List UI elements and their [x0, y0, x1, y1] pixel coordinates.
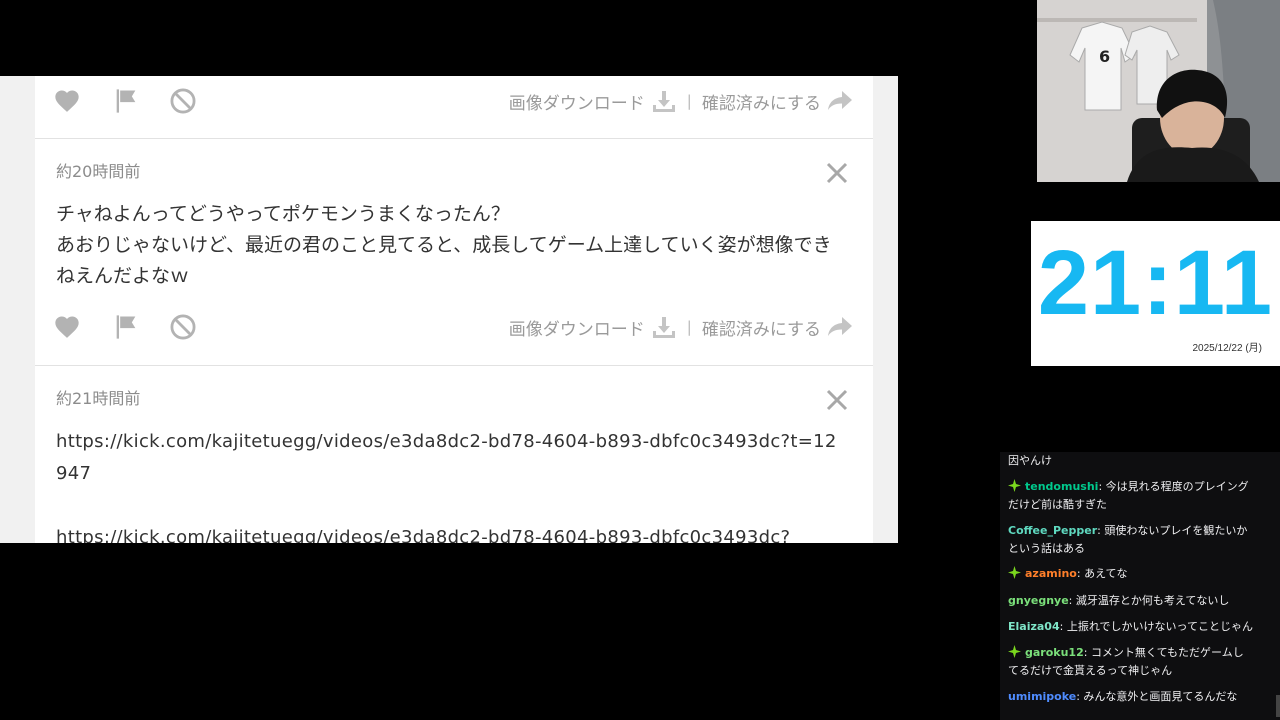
- svg-text:6: 6: [1099, 47, 1110, 66]
- chat-text: みんな意外と画面見てるんだな: [1083, 690, 1238, 703]
- mark-confirmed-link[interactable]: 確認済みにする: [702, 315, 821, 340]
- action-separator: |: [686, 92, 692, 110]
- flag-icon[interactable]: [112, 87, 140, 115]
- chat-message: gnyegnye: 滅牙温存とか何も考えてないし: [1008, 594, 1230, 607]
- share-icon[interactable]: [827, 90, 853, 112]
- question-message: https://kick.com/kajitetuegg/videos/e3da…: [56, 431, 837, 543]
- card-actions: 画像ダウンロード | 確認済みにする: [35, 305, 873, 345]
- close-icon[interactable]: [825, 388, 849, 412]
- webcam-feed: 6: [1037, 0, 1280, 182]
- card-right-actions: 画像ダウンロード | 確認済みにする: [509, 314, 853, 340]
- block-icon[interactable]: [169, 87, 197, 115]
- chat-username[interactable]: Elaiza04: [1008, 620, 1060, 633]
- share-icon[interactable]: [827, 316, 853, 338]
- chat-message: Coffee_Pepper: 頭使わないプレイを観たいかという話はある: [1008, 524, 1248, 555]
- question-message: チャねよんってどうやってポケモンうまくなったん？ あおりじゃないけど、最近の君の…: [56, 203, 832, 287]
- chat-username[interactable]: tendomushi: [1025, 480, 1098, 493]
- clock-date: 2025/12/22 (月): [1192, 343, 1263, 354]
- mark-confirmed-link[interactable]: 確認済みにする: [702, 89, 821, 114]
- chat-username[interactable]: gnyegnye: [1008, 594, 1069, 607]
- chat-scrollbar[interactable]: [1276, 695, 1280, 717]
- clock-widget: 21:11 2025/12/22 (月): [1031, 221, 1280, 366]
- chat-text: 因やんけ: [1008, 454, 1052, 467]
- card-actions: 画像ダウンロード | 確認済みにする: [35, 79, 873, 119]
- chat-text: 滅牙温存とか何も考えてないし: [1075, 594, 1230, 607]
- close-icon[interactable]: [825, 161, 849, 185]
- download-image-link[interactable]: 画像ダウンロード: [509, 89, 645, 114]
- question-card: 約20時間前 チャねよんってどうやってポケモンうまくなったん？ あおりじゃないけ…: [35, 139, 873, 366]
- download-icon[interactable]: [651, 89, 677, 113]
- chat-username[interactable]: garoku12: [1025, 646, 1084, 659]
- card-right-actions: 画像ダウンロード | 確認済みにする: [509, 88, 853, 114]
- sparkle-badge-icon: [1008, 566, 1021, 579]
- question-box-panel: 画像ダウンロード | 確認済みにする 約20時間前 チャねよんってどうやってポケ…: [0, 76, 898, 543]
- chat-panel: 因やんけ tendomushi: 今は見れる程度のプレイングだけど前は酷すぎた …: [1000, 452, 1280, 720]
- chat-message: azamino: あえてな: [1008, 565, 1253, 583]
- chat-message: garoku12: コメント無くてもただゲームしてるだけで金貰えるって神じゃん: [1008, 645, 1244, 677]
- question-time: 約20時間前: [56, 162, 141, 181]
- block-icon[interactable]: [169, 313, 197, 341]
- chat-message: umimipoke: みんな意外と画面見てるんだな: [1008, 690, 1238, 703]
- sparkle-badge-icon: [1008, 645, 1021, 658]
- clock-time: 21:11: [1037, 232, 1274, 334]
- chat-username[interactable]: azamino: [1025, 567, 1077, 580]
- chat-message: Elaiza04: 上振れでしかいけないってことじゃん: [1008, 620, 1253, 633]
- download-image-link[interactable]: 画像ダウンロード: [509, 315, 645, 340]
- heart-icon[interactable]: [53, 87, 81, 115]
- chat-text: 上振れでしかいけないってことじゃん: [1066, 620, 1253, 633]
- question-time: 約21時間前: [56, 389, 141, 408]
- sparkle-badge-icon: [1008, 479, 1021, 492]
- flag-icon[interactable]: [112, 313, 140, 341]
- chat-text: あえてな: [1084, 567, 1128, 580]
- heart-icon[interactable]: [53, 313, 81, 341]
- chat-username[interactable]: umimipoke: [1008, 690, 1076, 703]
- question-card: 画像ダウンロード | 確認済みにする: [35, 76, 873, 139]
- chat-username[interactable]: Coffee_Pepper: [1008, 524, 1097, 537]
- action-separator: |: [686, 318, 692, 336]
- chat-message: 因やんけ: [1008, 452, 1253, 470]
- download-icon[interactable]: [651, 315, 677, 339]
- chat-message: tendomushi: 今は見れる程度のプレイングだけど前は酷すぎた: [1008, 479, 1249, 511]
- question-card: 約21時間前 https://kick.com/kajitetuegg/vide…: [35, 366, 873, 543]
